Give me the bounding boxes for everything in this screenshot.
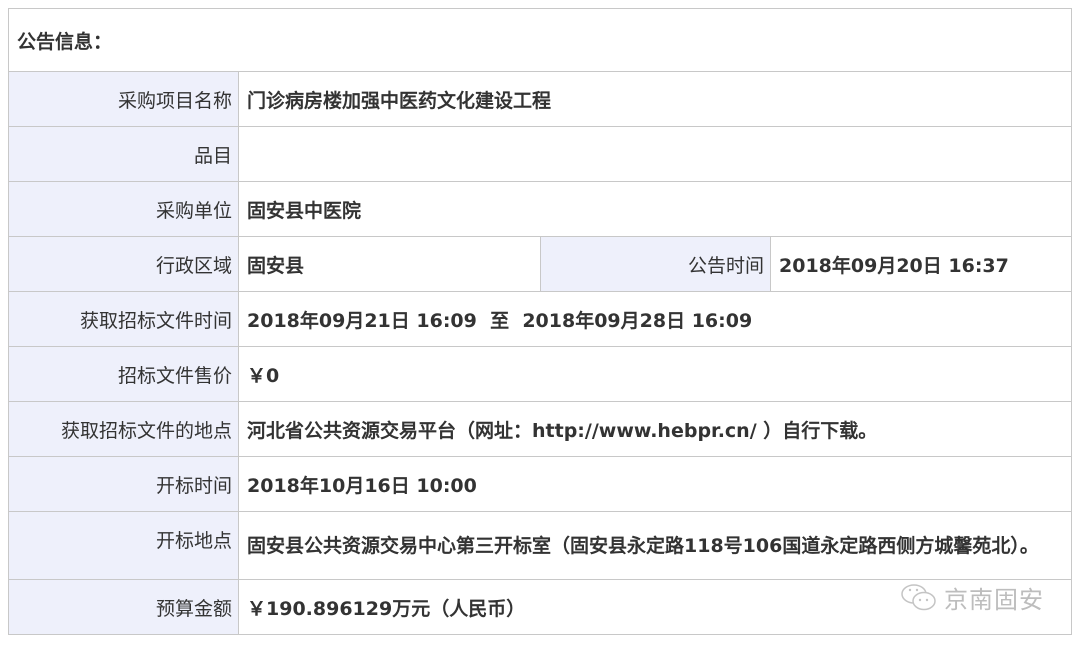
field-value-doc-location: 河北省公共资源交易平台（网址：http://www.hebpr.cn/ ）自行下… [237,401,1073,457]
field-label-purchaser: 采购单位 [8,181,239,237]
field-label-category: 品目 [8,126,239,182]
field-label-announce-time: 公告时间 [540,236,771,292]
field-value-region: 固安县 [238,236,541,292]
table-row: 开标时间 2018年10月16日 10:00 [8,456,1073,512]
header-row: 公告信息： [7,8,1073,72]
table-row: 开标地点 固安县公共资源交易中心第三开标室（固安县永定路118号106国道永定路… [8,511,1073,580]
field-value-doc-period: 2018年09月21日 16:09 至 2018年09月28日 16:09 [237,291,1073,347]
table-row: 获取招标文件的地点 河北省公共资源交易平台（网址：http://www.hebp… [8,401,1073,457]
table-row: 获取招标文件时间 2018年09月21日 16:09 至 2018年09月28日… [8,291,1073,347]
watermark: 京南固安 [900,580,1044,615]
wechat-icon [901,583,936,610]
field-label-region: 行政区域 [8,236,239,292]
field-value-opening-location: 固安县公共资源交易中心第三开标室（固安县永定路118号106国道永定路西侧方城馨… [237,511,1073,580]
table-row: 采购项目名称 门诊病房楼加强中医药文化建设工程 [8,71,1073,127]
field-label-doc-price: 招标文件售价 [8,346,239,402]
field-label-budget: 预算金额 [8,579,239,635]
table-row: 行政区域 固安县 公告时间 2018年09月20日 16:37 [8,236,1073,292]
field-value-announce-time: 2018年09月20日 16:37 [769,236,1073,292]
field-value-category [237,126,1073,182]
field-value-project-name: 门诊病房楼加强中医药文化建设工程 [237,71,1073,127]
field-label-opening-location: 开标地点 [8,511,239,580]
section-title: 公告信息： [7,8,1073,72]
field-label-opening-time: 开标时间 [8,456,239,512]
field-value-opening-time: 2018年10月16日 10:00 [237,456,1073,512]
field-label-doc-location: 获取招标文件的地点 [8,401,239,457]
field-value-doc-price: ￥0 [237,346,1073,402]
table-row: 招标文件售价 ￥0 [8,346,1073,402]
watermark-text: 京南固安 [944,586,1044,614]
table-row: 采购单位 固安县中医院 [8,181,1073,237]
table-row: 品目 [8,126,1073,182]
announcement-table: 公告信息： 采购项目名称 门诊病房楼加强中医药文化建设工程 品目 采购单位 固安… [7,8,1073,635]
field-label-doc-period: 获取招标文件时间 [8,291,239,347]
field-value-purchaser: 固安县中医院 [237,181,1073,237]
field-label-project-name: 采购项目名称 [8,71,239,127]
